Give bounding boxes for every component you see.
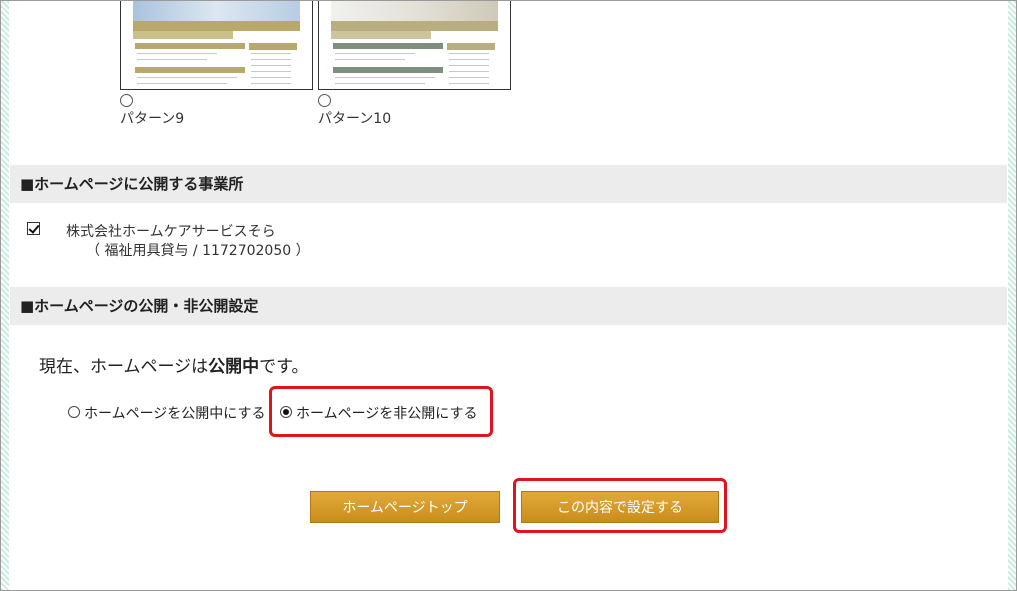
offices-section-header: ■ホームページに公開する事業所 <box>10 165 1007 203</box>
status-value: 公開中 <box>208 357 260 377</box>
office-detail: （ 福祉用具貸与 / 1172702050 ） <box>86 243 310 259</box>
pattern-9-thumbnail[interactable] <box>120 1 313 90</box>
main-content: パターン9 パターン10 ■ホームページに公開する事業所 株式会社ホームケアサー… <box>10 1 1007 590</box>
pattern-9-label: パターン9 <box>120 111 185 127</box>
pattern-10-radio[interactable] <box>318 94 331 107</box>
right-border-decoration <box>1008 1 1016 590</box>
save-button-highlight <box>513 478 727 533</box>
pattern-10-label: パターン10 <box>318 111 392 127</box>
page-frame: パターン9 パターン10 ■ホームページに公開する事業所 株式会社ホームケアサー… <box>0 0 1017 591</box>
left-border-decoration <box>1 1 9 590</box>
status-suffix: です。 <box>259 357 309 377</box>
pattern-9-radio[interactable] <box>120 94 133 107</box>
private-option-highlight <box>269 386 493 437</box>
status-prefix: 現在、ホームページは <box>39 357 209 377</box>
publish-public-radio[interactable] <box>68 406 80 418</box>
office-checkbox[interactable] <box>27 222 40 235</box>
publish-section-header: ■ホームページの公開・非公開設定 <box>10 287 1007 325</box>
pattern-10-thumbnail[interactable] <box>318 1 511 90</box>
publish-public-label[interactable]: ホームページを公開中にする <box>84 403 265 423</box>
publish-status-text: 現在、ホームページは公開中です。 <box>39 352 308 377</box>
office-name: 株式会社ホームケアサービスそら <box>66 224 276 240</box>
homepage-top-button[interactable]: ホームページトップ <box>310 491 500 523</box>
